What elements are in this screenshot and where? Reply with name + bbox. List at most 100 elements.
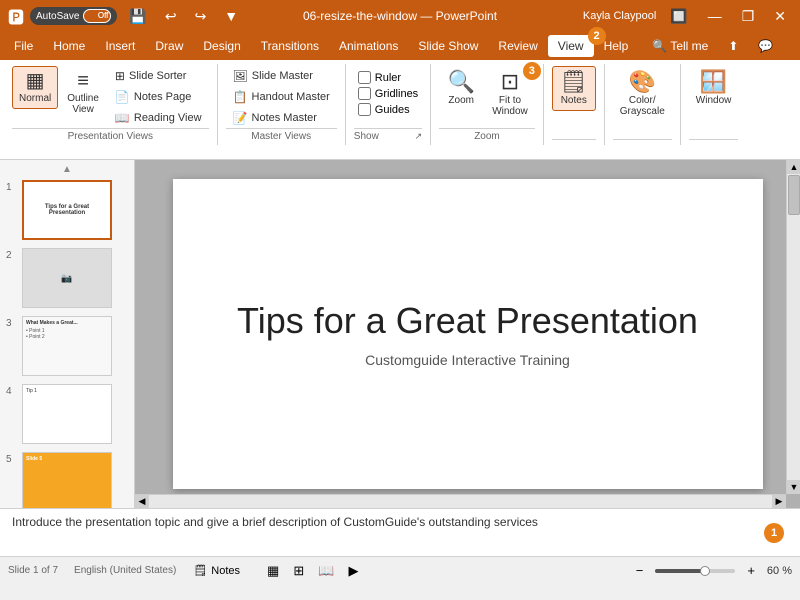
redo-button[interactable]: ↪ (189, 6, 213, 27)
gridlines-checkbox[interactable]: Gridlines (354, 86, 422, 101)
window-items: 🪟 Window (689, 66, 739, 139)
menu-review[interactable]: Review (488, 35, 547, 57)
notes-page-button[interactable]: 📄 Notes Page (108, 87, 209, 107)
fit-window-icon: ⊡ (501, 71, 519, 93)
view-mode-icons: ▦ ⊞ 📖 ▶ (261, 560, 364, 582)
gridlines-label: Gridlines (375, 88, 418, 100)
menu-home[interactable]: Home (43, 35, 95, 57)
window-button[interactable]: 🪟 Window (689, 66, 739, 111)
view-small-btns: ⊞ Slide Sorter 📄 Notes Page 📖 Reading Vi… (108, 66, 209, 128)
menu-animations[interactable]: Animations (329, 35, 408, 57)
guides-checkbox[interactable]: Guides (354, 102, 422, 117)
slide-editor: ▲ ▼ ◀ ▶ Tips for a Great Presentation Cu… (135, 160, 800, 508)
notes-toggle-label: Notes (211, 565, 240, 577)
menu-share[interactable]: ⬆ (718, 35, 748, 57)
guides-label: Guides (375, 104, 410, 116)
minimize-button[interactable]: — (702, 6, 728, 26)
slideshow-view-btn[interactable]: ▶ (342, 560, 364, 582)
slide-preview-3: What Makes a Great... • Point 1 • Point … (22, 316, 112, 376)
menu-design[interactable]: Design (193, 35, 250, 57)
notes-master-button[interactable]: 📝 Notes Master (226, 108, 337, 128)
autosave-toggle[interactable]: Off (83, 9, 111, 23)
menu-slideshow[interactable]: Slide Show (408, 35, 488, 57)
more-button[interactable]: ▼ (218, 6, 244, 26)
color-icon: 🎨 (629, 71, 656, 93)
close-button[interactable]: ✕ (768, 6, 792, 27)
ribbon-group-notes: 🗒 Notes (544, 64, 605, 145)
scroll-right-btn[interactable]: ▶ (772, 495, 786, 509)
autosave-label: AutoSave (36, 11, 79, 22)
notes-group-label (552, 139, 596, 145)
slide-master-button[interactable]: 🖼 Slide Master (226, 66, 337, 86)
reading-view-btn[interactable]: 📖 (312, 560, 340, 582)
ribbon-group-show: Ruler Gridlines Guides Show ↗ (346, 64, 431, 145)
master-views-items: 🖼 Slide Master 📋 Handout Master 📝 Notes … (226, 66, 337, 128)
slide-thumb-2[interactable]: 2 📷 (4, 245, 130, 311)
ribbon-group-presentation-views: ▦ Normal ≡ OutlineView ⊞ Slide Sorter 📄 … (4, 64, 218, 145)
panel-scroll-up[interactable]: ▲ (4, 164, 130, 175)
scroll-down-btn[interactable]: ▼ (787, 480, 800, 494)
notes-toggle-icon: 🗒 (193, 564, 207, 577)
zoom-thumb[interactable] (700, 566, 710, 576)
zoom-label: Zoom (448, 95, 474, 106)
badge-1: 1 (764, 523, 784, 543)
save-button[interactable]: 💾 (123, 6, 152, 27)
zoom-button[interactable]: 🔍 Zoom (439, 66, 483, 111)
menu-insert[interactable]: Insert (95, 35, 145, 57)
notes-button[interactable]: 🗒 Notes (552, 66, 596, 111)
menu-view[interactable]: View 2 (548, 35, 594, 57)
slide-thumb-1[interactable]: 1 Tips for a Great Presentation (4, 177, 130, 243)
slide-master-label: Slide Master (252, 70, 313, 82)
zoom-slider[interactable] (655, 569, 735, 573)
zoom-in-btn[interactable]: + (741, 560, 761, 581)
notes-toggle-button[interactable]: 🗒 Notes (184, 561, 249, 580)
menu-transitions[interactable]: Transitions (251, 35, 329, 57)
menu-bar: File Home Insert Draw Design Transitions… (0, 32, 800, 60)
handout-master-icon: 📋 (233, 90, 248, 104)
title-bar-left: 🅿 AutoSave Off 💾 ↩ ↪ ▼ (8, 4, 244, 28)
normal-view-btn[interactable]: ▦ (261, 560, 285, 582)
color-grayscale-button[interactable]: 🎨 Color/Grayscale (613, 66, 672, 122)
sorter-view-btn[interactable]: ⊞ (287, 560, 310, 582)
slide-num-4: 4 (6, 384, 18, 397)
gridlines-check[interactable] (358, 87, 371, 100)
slide-preview-4: Tip 1 (22, 384, 112, 444)
notes-text[interactable]: Introduce the presentation topic and giv… (12, 515, 538, 529)
undo-button[interactable]: ↩ (159, 6, 183, 27)
menu-file[interactable]: File (4, 35, 43, 57)
slide-thumb-3[interactable]: 3 What Makes a Great... • Point 1 • Poin… (4, 313, 130, 379)
notes-page-icon: 📄 (115, 90, 130, 104)
slide-num-2: 2 (6, 248, 18, 261)
vscroll-thumb[interactable] (788, 175, 800, 215)
ribbon-toggle[interactable]: 🔲 (664, 6, 693, 27)
menu-comments[interactable]: 💬 (748, 35, 783, 57)
scroll-up-btn[interactable]: ▲ (787, 160, 800, 174)
horizontal-scrollbar: ◀ ▶ (135, 494, 786, 508)
menu-draw[interactable]: Draw (145, 35, 193, 57)
handout-master-button[interactable]: 📋 Handout Master (226, 87, 337, 107)
scroll-left-btn[interactable]: ◀ (135, 495, 149, 509)
show-expand[interactable]: ↗ (415, 131, 423, 142)
fit-to-window-container: ⊡ Fit toWindow 3 (485, 66, 535, 122)
reading-view-button[interactable]: 📖 Reading View (108, 108, 209, 128)
ruler-checkbox[interactable]: Ruler (354, 70, 422, 85)
outline-view-button[interactable]: ≡ OutlineView (60, 66, 106, 120)
fit-window-label: Fit toWindow (492, 95, 528, 117)
window-title: 06-resize-the-window — PowerPoint (303, 9, 497, 23)
restore-button[interactable]: ❐ (736, 6, 761, 27)
notes-ribbon-label: Notes (561, 95, 587, 106)
slide-thumb-5[interactable]: 5 Slide 5 (4, 449, 130, 508)
slide-sorter-icon: ⊞ (115, 69, 125, 83)
zoom-label-group: Zoom (439, 128, 535, 145)
ruler-check[interactable] (358, 71, 371, 84)
zoom-out-btn[interactable]: − (630, 560, 650, 581)
slide-thumb-4[interactable]: 4 Tip 1 (4, 381, 130, 447)
slide-sorter-button[interactable]: ⊞ Slide Sorter (108, 66, 209, 86)
title-bar-right: Kayla Claypool 🔲 — ❐ ✕ (583, 6, 792, 27)
notes-page-label: Notes Page (134, 91, 191, 103)
menu-search[interactable]: 🔍 Tell me (642, 35, 718, 57)
slide-preview-2: 📷 (22, 248, 112, 308)
slide-canvas: Tips for a Great Presentation Customguid… (173, 179, 763, 489)
guides-check[interactable] (358, 103, 371, 116)
normal-button[interactable]: ▦ Normal (12, 66, 58, 109)
